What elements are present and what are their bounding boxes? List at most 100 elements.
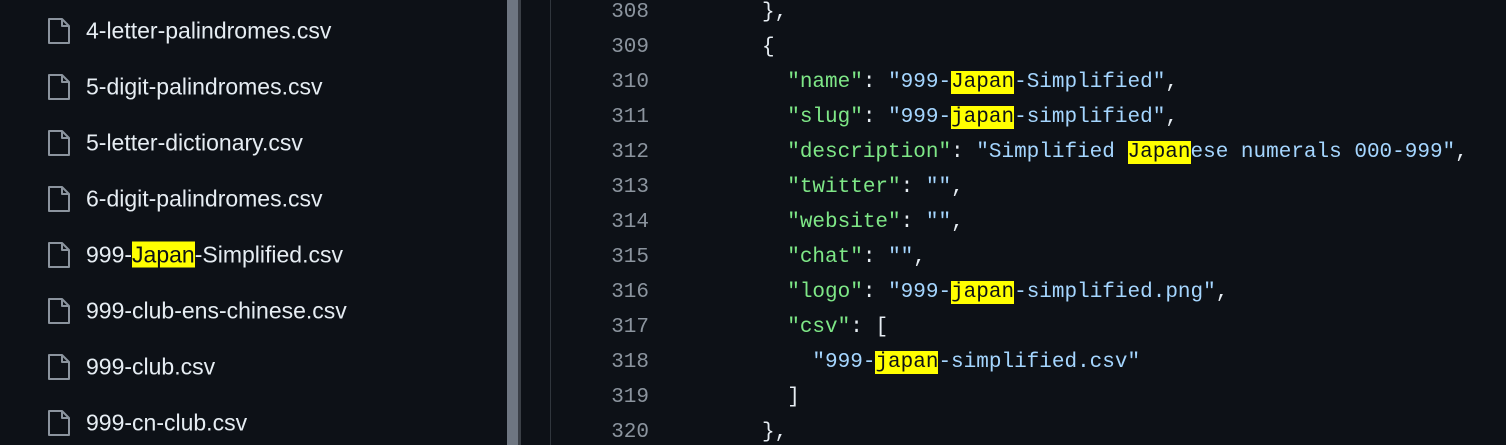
- json-key: "chat": [787, 245, 863, 269]
- line-number: 309: [611, 35, 649, 59]
- json-punctuation: ,: [913, 245, 926, 269]
- line-number: 310: [611, 70, 649, 94]
- splitter-handle[interactable]: [507, 0, 518, 445]
- code-line: 310 "name": "999-Japan-Simplified",: [522, 65, 1506, 100]
- json-punctuation: :: [862, 105, 889, 129]
- file-name-text: 5-digit-palindromes.csv: [86, 73, 323, 100]
- file-list-item[interactable]: 5-letter-dictionary.csv: [0, 115, 505, 171]
- file-name: 999-club-ens-chinese.csv: [86, 298, 347, 325]
- file-name: 6-digit-palindromes.csv: [86, 186, 322, 213]
- code-editor[interactable]: 308}, 309 {310 "name": "999-Japan-Simplifi…: [522, 0, 1506, 445]
- file-name-text: -Simplified.csv: [194, 241, 343, 268]
- code-line: 311 "slug": "999-japan-simplified",: [522, 100, 1506, 135]
- json-key: "slug": [787, 105, 863, 129]
- file-icon: [48, 410, 70, 436]
- file-list-item[interactable]: 4-letter-palindromes.csv: [0, 3, 505, 59]
- code-line: 319 ]: [522, 380, 1506, 415]
- json-string: -Simplified": [1014, 70, 1166, 94]
- json-key: "website": [787, 210, 901, 234]
- line-number: 313: [611, 175, 649, 199]
- code-line: 308},: [522, 0, 1506, 30]
- line-number: 311: [611, 105, 649, 129]
- code-text: "999-japan-simplified.csv": [762, 345, 1140, 380]
- json-punctuation: },: [762, 0, 788, 24]
- search-match-highlight: Japan: [1127, 140, 1191, 164]
- file-name: 4-letter-palindromes.csv: [86, 18, 331, 45]
- search-match-highlight: japan: [951, 105, 1015, 129]
- code-text: "name": "999-Japan-Simplified",: [762, 65, 1178, 100]
- json-key: "logo": [787, 280, 863, 304]
- file-name-text: 999-: [86, 241, 133, 268]
- file-icon: [48, 354, 70, 380]
- file-name-text: 6-digit-palindromes.csv: [86, 185, 323, 212]
- line-number: 320: [611, 420, 649, 444]
- file-name-text: 4-letter-palindromes.csv: [86, 17, 332, 44]
- json-key: "description": [787, 140, 952, 164]
- code-text: "website": "",: [762, 205, 964, 240]
- file-name-text: 5-letter-dictionary.csv: [86, 129, 303, 156]
- code-line: 316 "logo": "999-japan-simplified.png",: [522, 275, 1506, 310]
- file-list-sidebar: 4-letter-palindromes.csv 5-digit-palindro…: [0, 0, 505, 445]
- line-number: 308: [611, 0, 649, 24]
- json-string: "999-: [888, 105, 952, 129]
- json-punctuation: ,: [1165, 70, 1178, 94]
- file-icon: [48, 18, 70, 44]
- json-punctuation: ,: [1455, 140, 1468, 164]
- code-text: },: [762, 0, 787, 30]
- code-line: 315 "chat": "",: [522, 240, 1506, 275]
- file-name: 999-Japan-Simplified.csv: [86, 241, 343, 269]
- json-string: "": [888, 245, 914, 269]
- code-text: ]: [762, 380, 800, 415]
- file-name-text: 999-club.csv: [86, 353, 216, 380]
- code-text: "chat": "",: [762, 240, 926, 275]
- code-line: 317 "csv": [: [522, 310, 1506, 345]
- code-line: 314 "website": "",: [522, 205, 1506, 240]
- file-list-item[interactable]: 999-cn-club.csv: [0, 395, 505, 445]
- code-text: "slug": "999-japan-simplified",: [762, 100, 1178, 135]
- file-list-item[interactable]: 999-club.csv: [0, 339, 505, 395]
- file-name: 999-cn-club.csv: [86, 410, 247, 437]
- code-text: {: [762, 30, 775, 65]
- json-string: "": [925, 175, 952, 199]
- json-punctuation: :: [951, 140, 977, 164]
- file-list-item[interactable]: 999-club-ens-chinese.csv: [0, 283, 505, 339]
- json-key: "csv": [787, 315, 851, 339]
- file-list-item[interactable]: 6-digit-palindromes.csv: [0, 171, 505, 227]
- code-line: 309 {: [522, 30, 1506, 65]
- json-string: "Simplified: [976, 140, 1128, 164]
- json-string: -simplified": [1014, 105, 1166, 129]
- json-punctuation: ,: [1215, 280, 1229, 304]
- json-string: ese numerals 000-999": [1190, 140, 1456, 164]
- file-browser-window: 4-letter-palindromes.csv 5-digit-palindro…: [0, 0, 1506, 445]
- json-string: -simplified.csv": [938, 350, 1141, 374]
- line-number: 319: [611, 385, 649, 409]
- code-line: 320},: [522, 415, 1506, 445]
- file-icon: [48, 74, 70, 100]
- file-list-item[interactable]: 999-Japan-Simplified.csv: [0, 227, 505, 283]
- file-icon: [48, 298, 70, 324]
- json-punctuation: ,: [951, 210, 964, 234]
- pane-splitter[interactable]: [505, 0, 522, 445]
- search-match-highlight: japan: [875, 350, 939, 374]
- file-icon: [48, 130, 70, 156]
- json-punctuation: :: [862, 70, 889, 94]
- json-string: "": [925, 210, 952, 234]
- json-punctuation: :: [862, 245, 889, 269]
- file-list-item[interactable]: 5-digit-palindromes.csv: [0, 59, 505, 115]
- search-match-highlight: Japan: [132, 241, 195, 268]
- json-punctuation: ]: [787, 385, 800, 409]
- code-text: "twitter": "",: [762, 170, 964, 205]
- json-punctuation: : [: [850, 315, 889, 339]
- file-name: 999-club.csv: [86, 354, 215, 381]
- code-line: 312 "description": "Simplified Japanese …: [522, 135, 1506, 170]
- code-line: 318 "999-japan-simplified.csv": [522, 345, 1506, 380]
- line-number: 312: [611, 140, 649, 164]
- json-key: "twitter": [787, 175, 901, 199]
- file-name-text: 999-cn-club.csv: [86, 409, 248, 436]
- json-punctuation: ,: [951, 175, 964, 199]
- search-match-highlight: Japan: [951, 70, 1015, 94]
- line-number: 317: [611, 315, 649, 339]
- code-line: 313 "twitter": "",: [522, 170, 1506, 205]
- line-number: 316: [611, 280, 649, 304]
- json-punctuation: :: [900, 175, 926, 199]
